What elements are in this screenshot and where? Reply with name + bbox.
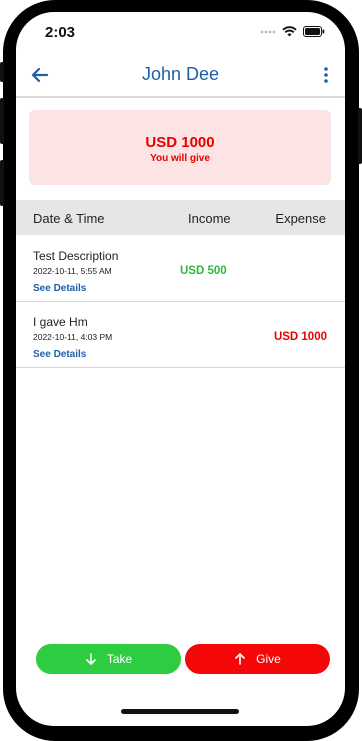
arrow-down-icon (86, 653, 96, 665)
transaction-description: Test Description (33, 249, 119, 263)
app-bar: John Dee (16, 57, 345, 97)
more-vert-icon[interactable] (323, 66, 329, 84)
balance-note: You will give (150, 153, 210, 164)
volume-down-button (0, 160, 4, 206)
arrow-up-icon (235, 653, 245, 665)
transaction-datetime: 2022-10-11, 4:03 PM (33, 332, 113, 342)
transaction-datetime: 2022-10-11, 5:55 AM (33, 266, 112, 276)
take-button-label: Take (106, 652, 133, 666)
balance-amount: USD 1000 (145, 134, 215, 151)
balance-summary-card: USD 1000 You will give (29, 110, 331, 185)
give-button[interactable]: Give (185, 644, 330, 674)
transaction-row[interactable]: I gave Hm 2022-10-11, 4:03 PM See Detail… (16, 302, 345, 368)
status-icons (260, 26, 325, 37)
signal-icon (260, 30, 276, 33)
transaction-income: USD 500 (180, 265, 227, 277)
page-title: John Dee (141, 64, 220, 84)
status-bar: 2:03 (16, 12, 345, 52)
app-bar-divider (16, 96, 345, 98)
power-button (358, 108, 362, 164)
status-time: 2:03 (45, 24, 76, 41)
app-screen: 2:03 John Dee USD 1000 You will give Dat… (16, 12, 345, 726)
mute-switch (0, 62, 4, 82)
volume-up-button (0, 98, 4, 144)
wifi-icon (282, 26, 297, 37)
column-header-date: Date & Time (33, 211, 105, 226)
see-details-link[interactable]: See Details (33, 349, 86, 360)
table-header: Date & Time Income Expense (16, 200, 345, 235)
transaction-description: I gave Hm (33, 315, 88, 329)
column-header-income: Income (188, 211, 231, 226)
battery-icon (303, 26, 325, 37)
give-button-label: Give (256, 652, 281, 666)
home-indicator[interactable] (121, 709, 239, 714)
transaction-row[interactable]: Test Description 2022-10-11, 5:55 AM See… (16, 236, 345, 302)
column-header-expense: Expense (275, 211, 326, 226)
take-button[interactable]: Take (36, 644, 181, 674)
transaction-expense: USD 1000 (273, 331, 327, 343)
see-details-link[interactable]: See Details (33, 283, 86, 294)
